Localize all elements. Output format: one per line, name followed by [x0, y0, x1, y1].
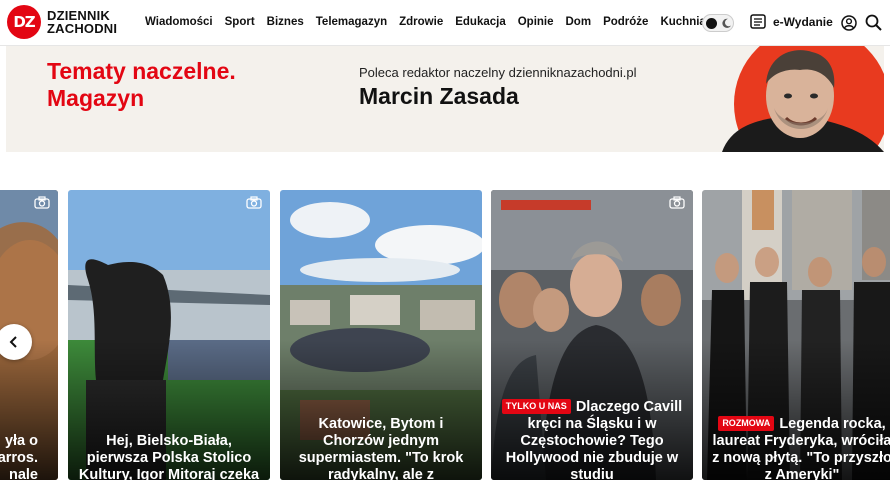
- article-card[interactable]: Hej, Bielsko-Biała, pierwsza Polska Stol…: [68, 190, 270, 480]
- exclusive-badge: TYLKO U NAS: [501, 399, 571, 414]
- nav-item-biznes[interactable]: Biznes: [267, 16, 304, 28]
- article-title: Katowice, Bytom i Chorzów jednym supermi…: [298, 416, 464, 480]
- camera-icon: [246, 196, 262, 209]
- site-header: DZ DZIENNIK ZACHODNI Wiadomości Sport Bi…: [0, 0, 890, 46]
- nav-item-opinie[interactable]: Opinie: [518, 16, 554, 28]
- user-icon[interactable]: [841, 15, 857, 31]
- editor-banner[interactable]: Tematy naczelne. Magazyn Poleca redaktor…: [6, 46, 884, 152]
- article-carousel: yła o arros. nale Hej, Bielsko-Biała, pi…: [0, 190, 890, 480]
- article-title: Hej, Bielsko-Biała, pierwsza Polska Stol…: [78, 433, 260, 480]
- article-card[interactable]: TYLKO U NAS Dlaczego Cavill kręci na Śląs…: [491, 190, 693, 480]
- banner-editor-name: Marcin Zasada: [359, 83, 519, 109]
- search-icon[interactable]: [865, 14, 882, 31]
- banner-kicker: Poleca redaktor naczelny dzienniknazacho…: [359, 65, 637, 80]
- banner-title-line-1: Tematy naczelne.: [47, 58, 236, 84]
- toggle-knob: [706, 18, 717, 29]
- newspaper-icon: [750, 14, 766, 29]
- banner-title-line-2: Magazyn: [47, 85, 145, 111]
- theme-toggle[interactable]: [702, 14, 734, 32]
- editor-portrait: [722, 46, 884, 152]
- logo-wordmark: DZIENNIK ZACHODNI: [47, 9, 117, 35]
- article-card[interactable]: Katowice, Bytom i Chorzów jednym supermi…: [280, 190, 482, 480]
- main-nav: Wiadomości Sport Biznes Telemagazyn Zdro…: [145, 16, 706, 28]
- nav-item-kuchnia[interactable]: Kuchnia: [660, 16, 705, 28]
- nav-item-dom[interactable]: Dom: [566, 16, 592, 28]
- nav-item-wiadomosci[interactable]: Wiadomości: [145, 16, 213, 28]
- article-title: ROZMOWA Legenda rocka, laureat Fryderyka,…: [702, 416, 890, 480]
- camera-icon: [34, 196, 50, 209]
- moon-icon: [722, 18, 732, 28]
- banner-title: Tematy naczelne. Magazyn: [47, 58, 236, 112]
- nav-item-edukacja[interactable]: Edukacja: [455, 16, 506, 28]
- site-logo[interactable]: DZ DZIENNIK ZACHODNI: [7, 5, 117, 39]
- article-title: TYLKO U NAS Dlaczego Cavill kręci na Śląs…: [491, 399, 693, 480]
- article-title: yła o arros. nale: [0, 433, 38, 480]
- interview-badge: ROZMOWA: [718, 416, 775, 431]
- logo-line-2: ZACHODNI: [47, 21, 118, 36]
- chevron-left-icon: [9, 336, 17, 348]
- camera-icon: [669, 196, 685, 209]
- e-wydanie-link[interactable]: e-Wydanie: [750, 14, 833, 29]
- article-card[interactable]: ROZMOWA Legenda rocka, laureat Fryderyka,…: [702, 190, 890, 480]
- logo-badge: DZ: [7, 5, 41, 39]
- nav-item-podroze[interactable]: Podróże: [603, 16, 648, 28]
- e-wydanie-label: e-Wydanie: [773, 14, 833, 29]
- nav-item-sport[interactable]: Sport: [225, 16, 255, 28]
- nav-item-telemagazyn[interactable]: Telemagazyn: [316, 16, 387, 28]
- nav-item-zdrowie[interactable]: Zdrowie: [399, 16, 443, 28]
